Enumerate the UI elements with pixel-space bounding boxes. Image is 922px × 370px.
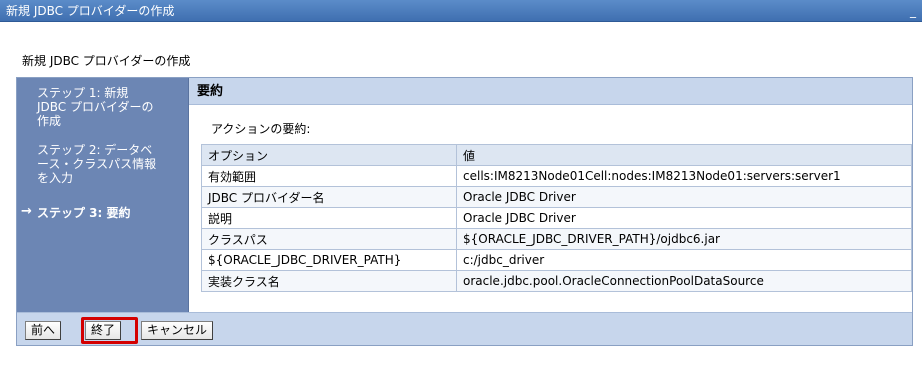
section-header: 要約 [189, 78, 912, 105]
wizard-step-1[interactable]: ステップ 1: 新規 JDBC プロバイダーの 作成 [37, 86, 185, 128]
table-row: クラスパス ${ORACLE_JDBC_DRIVER_PATH}/ojdbc6.… [201, 228, 912, 250]
value-cell: Oracle JDBC Driver [456, 207, 912, 229]
finish-button[interactable]: 終了 [85, 321, 122, 340]
table-row: JDBC プロバイダー名 Oracle JDBC Driver [201, 186, 912, 208]
table-row: 実装クラス名 oracle.jdbc.pool.OracleConnection… [201, 270, 912, 292]
wizard-steps-sidebar: ステップ 1: 新規 JDBC プロバイダーの 作成 ステップ 2: データベ … [17, 78, 189, 312]
value-cell: ${ORACLE_JDBC_DRIVER_PATH}/ojdbc6.jar [456, 228, 912, 250]
wizard-content: 要約 アクションの要約: オプション 値 有効範囲 cells:IM8213No… [189, 78, 912, 312]
minimize-icon[interactable]: _ [910, 0, 916, 22]
table-row: ${ORACLE_JDBC_DRIVER_PATH} c:/jdbc_drive… [201, 249, 912, 271]
window-title: 新規 JDBC プロバイダーの作成 [6, 4, 175, 18]
wizard-step-2[interactable]: ステップ 2: データベ ース・クラスパス情報 を入力 [37, 143, 185, 185]
summary-caption: アクションの要約: [211, 122, 311, 136]
value-cell: oracle.jdbc.pool.OracleConnectionPoolDat… [456, 270, 912, 292]
option-cell: ${ORACLE_JDBC_DRIVER_PATH} [201, 249, 457, 271]
cancel-button[interactable]: キャンセル [141, 321, 214, 340]
summary-table: オプション 値 有効範囲 cells:IM8213Node01Cell:node… [201, 144, 912, 292]
value-cell: cells:IM8213Node01Cell:nodes:IM8213Node0… [456, 165, 912, 187]
option-cell: クラスパス [201, 228, 457, 250]
window-titlebar: 新規 JDBC プロバイダーの作成 _ [0, 0, 922, 22]
table-header-row: オプション 値 [201, 144, 912, 166]
option-cell: 実装クラス名 [201, 270, 457, 292]
page-title: 新規 JDBC プロバイダーの作成 [22, 54, 191, 68]
column-header-option: オプション [201, 144, 457, 166]
table-row: 有効範囲 cells:IM8213Node01Cell:nodes:IM8213… [201, 165, 912, 187]
option-cell: 有効範囲 [201, 165, 457, 187]
previous-button[interactable]: 前へ [25, 321, 62, 340]
wizard-panel: ステップ 1: 新規 JDBC プロバイダーの 作成 ステップ 2: データベ … [16, 77, 913, 346]
option-cell: JDBC プロバイダー名 [201, 186, 457, 208]
value-cell: c:/jdbc_driver [456, 249, 912, 271]
column-header-value: 値 [456, 144, 912, 166]
value-cell: Oracle JDBC Driver [456, 186, 912, 208]
option-cell: 説明 [201, 207, 457, 229]
wizard-step-3: ステップ 3: 要約 [37, 206, 131, 220]
table-row: 説明 Oracle JDBC Driver [201, 207, 912, 229]
wizard-button-bar: 前へ 終了 キャンセル [17, 312, 912, 345]
current-step-arrow-icon: → [21, 204, 32, 219]
